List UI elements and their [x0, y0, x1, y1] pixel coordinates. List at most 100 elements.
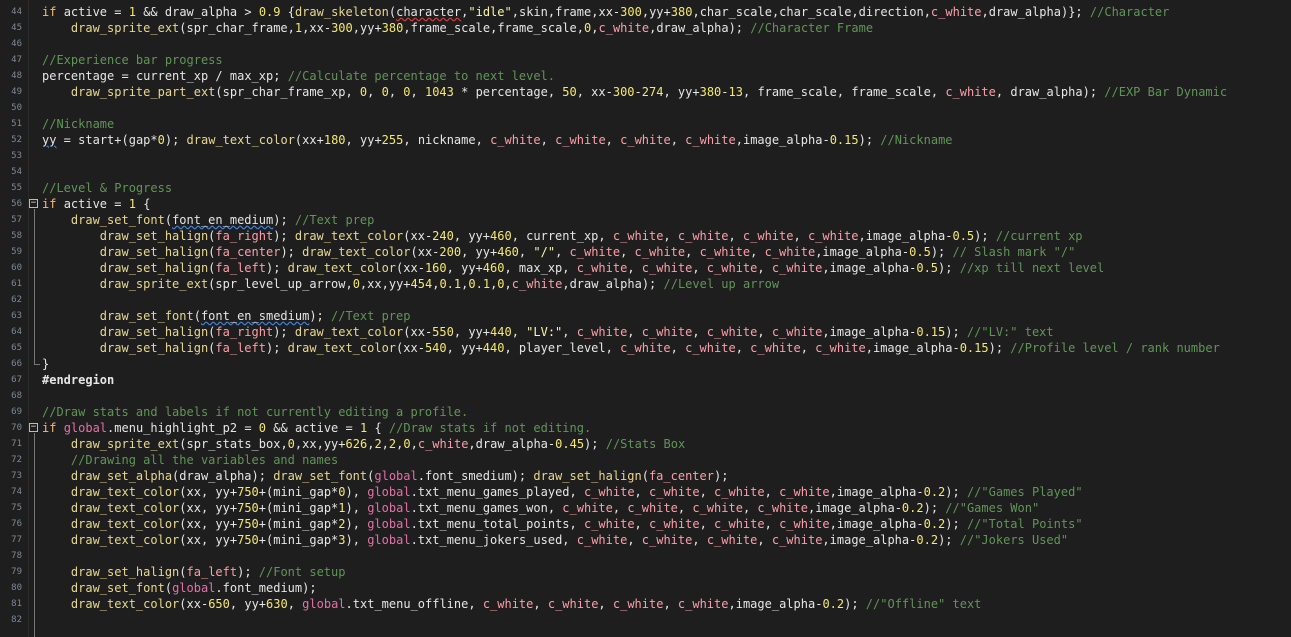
code-token: xx: [410, 229, 425, 243]
code-token: ,: [576, 21, 585, 35]
code-token: -: [822, 133, 830, 147]
code-line[interactable]: 47 //Experience bar progress: [0, 52, 1291, 68]
code-token: );: [511, 469, 527, 483]
code-line[interactable]: 49 draw_sprite_part_ext(spr_char_frame_x…: [0, 84, 1291, 100]
code-token: 0: [338, 485, 346, 499]
code-token: /: [208, 69, 230, 83]
code-token: &&: [135, 5, 165, 19]
code-line[interactable]: 56− if active = 1 {: [0, 196, 1291, 212]
code-line[interactable]: 73 draw_set_alpha (draw_alpha); draw_set_…: [0, 468, 1291, 484]
code-token: image_alpha: [822, 245, 902, 259]
code-line[interactable]: 54: [0, 164, 1291, 180]
code-line[interactable]: 82: [0, 612, 1291, 628]
code-line[interactable]: 59 draw_set_halign (fa_center); draw_text…: [0, 244, 1291, 260]
code-token: (: [410, 245, 418, 259]
line-number: 73: [11, 471, 22, 481]
code-token: fa_center: [648, 469, 714, 483]
code-token: c_white: [576, 325, 628, 339]
code-token: image_alpha: [836, 485, 917, 499]
fold-toggle-icon[interactable]: −: [29, 423, 38, 432]
code-line[interactable]: 79 draw_set_halign(fa_left); //Font setu…: [0, 564, 1291, 580]
code-line[interactable]: 60 draw_set_halign(fa_left); draw_text_c…: [0, 260, 1291, 276]
code-token: .: [410, 501, 418, 515]
code-token: ,: [367, 85, 382, 99]
code-token: ,: [504, 261, 519, 275]
code-line[interactable]: 44 if active = 1 && draw_alpha > 0.9 {dra…: [0, 4, 1291, 20]
code-token: c_white: [945, 85, 996, 99]
code-line[interactable]: 50: [0, 100, 1291, 116]
code-token: +(: [258, 485, 274, 499]
code-token: (: [179, 485, 187, 499]
code-token: 274: [641, 85, 664, 99]
line-number: 61: [11, 279, 22, 289]
code-line[interactable]: 80 draw_set_font(global.font_medium);: [0, 580, 1291, 596]
code-token: ,: [446, 261, 462, 275]
code-line[interactable]: 68: [0, 388, 1291, 404]
code-line[interactable]: 64 draw_set_halign(fa_right); draw_text_…: [0, 324, 1291, 340]
code-token: );: [273, 213, 288, 227]
code-line[interactable]: 69 //Draw stats and labels if not current…: [0, 404, 1291, 420]
code-line[interactable]: 74 draw_text_color(xx, yy+750+(mini_gap*…: [0, 484, 1291, 500]
code-token: );: [938, 533, 953, 547]
code-token: );: [923, 501, 939, 515]
code-line[interactable]: 63 draw_set_font(font_en_smedium); //Tex…: [0, 308, 1291, 324]
line-number: 51: [11, 119, 22, 129]
code-line[interactable]: 76 draw_text_color(xx, yy+750+(mini_gap*…: [0, 516, 1291, 532]
code-token: yy: [42, 133, 57, 147]
code-token: );: [945, 325, 960, 339]
code-token: 0: [157, 133, 165, 147]
code-token: c_white: [779, 517, 830, 531]
code-token: -: [916, 517, 924, 531]
code-line[interactable]: 66}: [0, 356, 1291, 372]
code-line[interactable]: 55 //Level & Progress: [0, 180, 1291, 196]
code-line[interactable]: 67 #endregion: [0, 372, 1291, 388]
code-line[interactable]: 70− if global.menu_highlight_p2 = 0 && ac…: [0, 420, 1291, 436]
code-line[interactable]: 62: [0, 292, 1291, 308]
code-token: +: [663, 5, 671, 19]
code-token: ,: [793, 229, 808, 243]
code-token: image_alpha: [742, 133, 823, 147]
code-line[interactable]: 48 percentage = current_xp / max_xp; //Ca…: [0, 68, 1291, 84]
code-token: (: [641, 469, 649, 483]
code-line[interactable]: 52 yy = start+(gap*0); draw_text_color(xx…: [0, 132, 1291, 148]
code-token: ,: [403, 133, 418, 147]
code-token: =: [107, 197, 129, 211]
code-token: 380: [381, 21, 404, 35]
code-line[interactable]: 65 draw_set_halign(fa_left); draw_text_c…: [0, 340, 1291, 356]
code-line[interactable]: 61 draw_sprite_ext(spr_level_up_arrow,0,…: [0, 276, 1291, 292]
code-token: ,: [663, 229, 678, 243]
code-line[interactable]: 75 draw_text_color(xx, yy+750+(mini_gap*…: [0, 500, 1291, 516]
code-token: //xp till next level: [952, 261, 1105, 275]
code-text: draw_text_color(xx, yy+750+(mini_gap*3),…: [42, 532, 1068, 548]
code-token: c_white: [699, 245, 751, 259]
code-token: c_white: [511, 277, 563, 291]
code-token: active: [63, 197, 108, 211]
code-token: global: [367, 501, 411, 515]
code-text: draw_set_font(global.font_medium);: [42, 580, 317, 596]
code-token: 0.5: [916, 261, 939, 275]
code-line[interactable]: 78: [0, 548, 1291, 564]
code-token: ,: [598, 229, 613, 243]
code-line[interactable]: 45 draw_sprite_ext(spr_char_frame,1,xx-3…: [0, 20, 1291, 36]
code-editor[interactable]: 44 if active = 1 && draw_alpha > 0.9 {dra…: [0, 0, 1291, 637]
code-line[interactable]: 53: [0, 148, 1291, 164]
code-line[interactable]: 51 //Nickname: [0, 116, 1291, 132]
code-line[interactable]: 72 //Drawing all the variables and names: [0, 452, 1291, 468]
code-line[interactable]: 46: [0, 36, 1291, 52]
code-line[interactable]: 58 draw_set_halign(fa_right); draw_text_…: [0, 228, 1291, 244]
code-token: ,: [627, 261, 642, 275]
code-line[interactable]: 77 draw_text_color(xx, yy+750+(mini_gap*…: [0, 532, 1291, 548]
code-line[interactable]: 57 draw_set_font(font_en_medium); //Text…: [0, 212, 1291, 228]
code-line[interactable]: 71 draw_sprite_ext(spr_stats_box,0,xx,yy…: [0, 436, 1291, 452]
code-token: .: [417, 469, 425, 483]
code-line[interactable]: 81 draw_text_color(xx-650, yy+630, globa…: [0, 596, 1291, 612]
code-token: //"Total Points": [959, 517, 1083, 531]
code-token: 650: [208, 597, 230, 611]
code-text: if active = 1 && draw_alpha > 0.9 {draw_…: [42, 4, 1169, 20]
code-token: +: [374, 133, 382, 147]
code-text: draw_text_color(xx, yy+750+(mini_gap*0),…: [42, 484, 1083, 500]
fold-toggle-icon[interactable]: −: [29, 199, 38, 208]
code-token: 200: [439, 245, 462, 259]
code-token: ,: [410, 437, 418, 451]
code-token: yy: [215, 501, 230, 515]
